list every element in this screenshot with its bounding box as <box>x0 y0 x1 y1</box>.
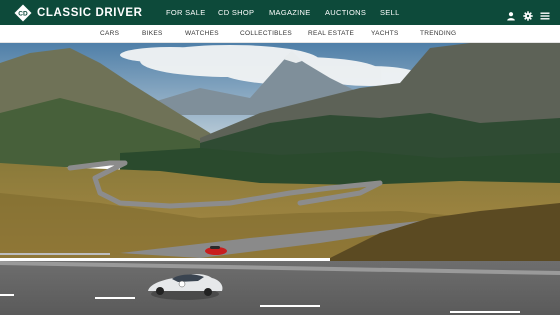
category-watches[interactable]: WATCHES <box>185 30 219 37</box>
category-collectibles[interactable]: COLLECTIBLES <box>240 30 292 37</box>
nav-icon-group <box>506 0 550 25</box>
svg-text:CD: CD <box>18 10 28 17</box>
brand-logo[interactable]: CD CLASSIC DRIVER <box>14 4 143 22</box>
hero-image[interactable] <box>0 43 560 315</box>
category-bikes[interactable]: BIKES <box>142 30 163 37</box>
nav-for-sale[interactable]: FOR SALE <box>166 8 206 17</box>
category-yachts[interactable]: YACHTS <box>371 30 399 37</box>
nav-auctions[interactable]: AUCTIONS <box>325 8 366 17</box>
nav-cd-shop[interactable]: CD SHOP <box>218 8 254 17</box>
category-nav: CARS BIKES WATCHES COLLECTIBLES REAL EST… <box>0 25 560 43</box>
menu-icon[interactable] <box>540 8 550 19</box>
top-nav-bar: CD CLASSIC DRIVER FOR SALE CD SHOP MAGAZ… <box>0 0 560 25</box>
nav-sell[interactable]: SELL <box>380 8 400 17</box>
category-cars[interactable]: CARS <box>100 30 119 37</box>
category-trending[interactable]: TRENDING <box>420 30 456 37</box>
gear-icon[interactable] <box>523 8 533 21</box>
nav-magazine[interactable]: MAGAZINE <box>269 8 311 17</box>
user-icon[interactable] <box>506 8 516 20</box>
category-real-estate[interactable]: REAL ESTATE <box>308 30 354 37</box>
brand-name: CLASSIC DRIVER <box>37 6 143 19</box>
logo-diamond-icon: CD <box>14 4 32 22</box>
guard-rail <box>0 253 110 255</box>
